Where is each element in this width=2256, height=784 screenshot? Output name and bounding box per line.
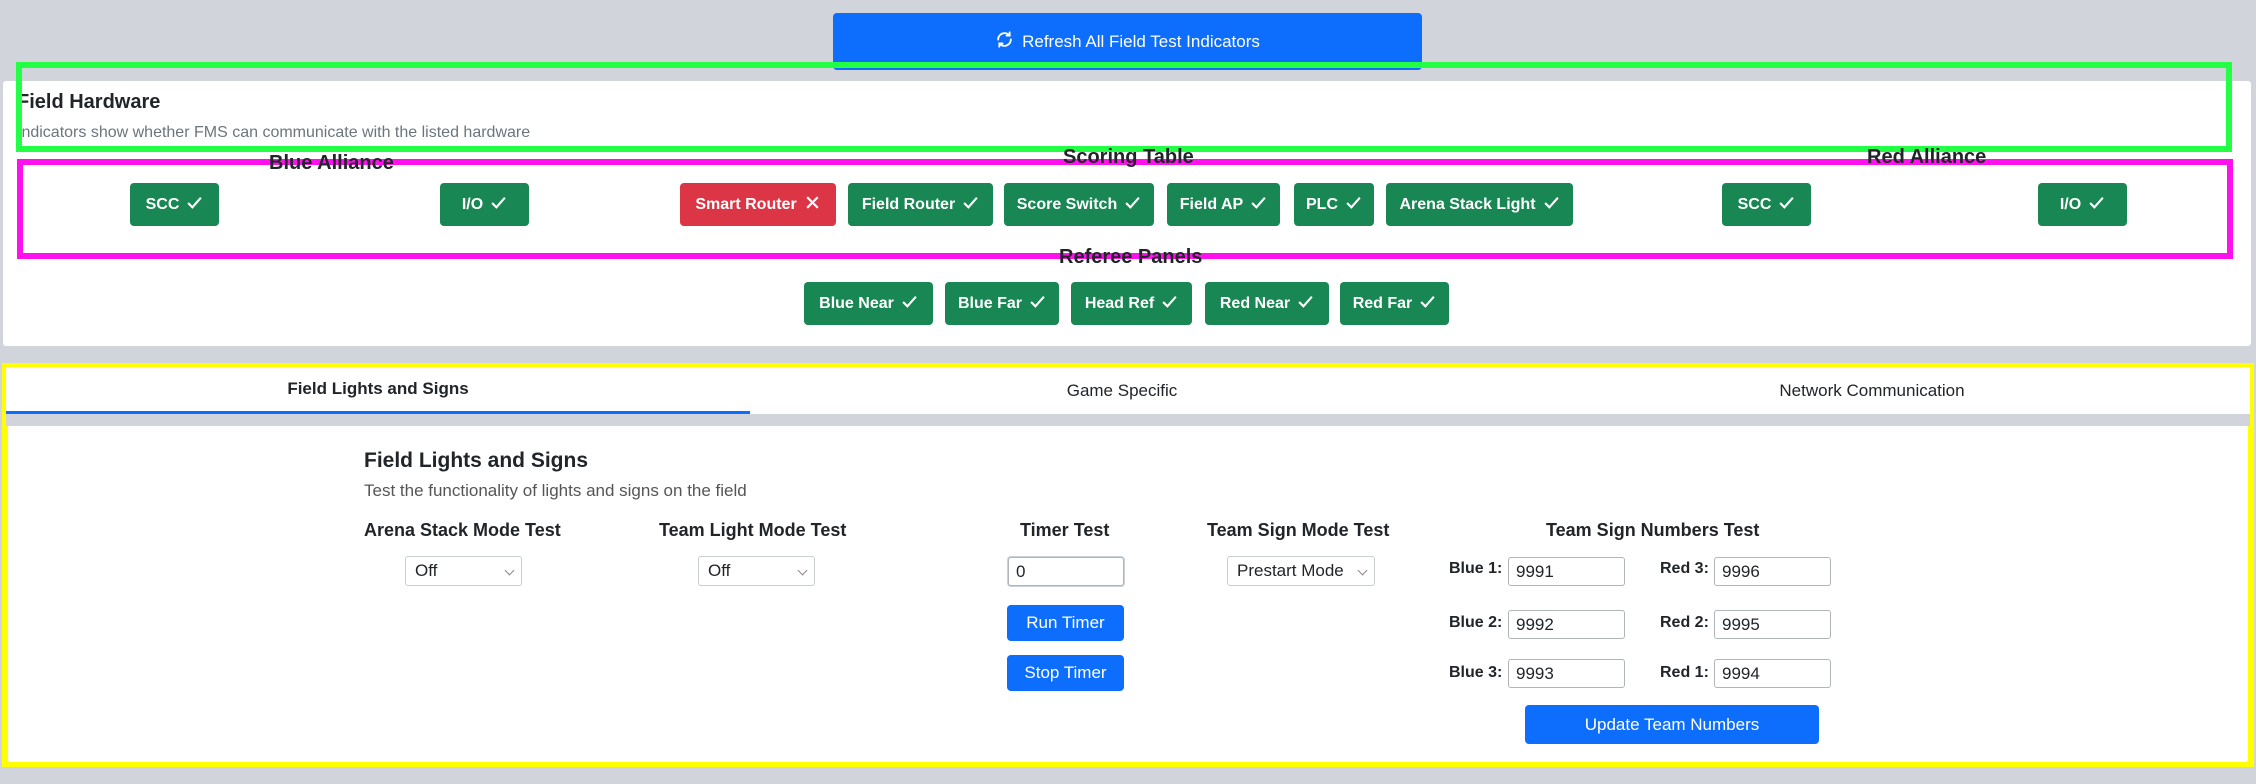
blue-io-status-badge: I/O bbox=[440, 183, 529, 226]
red-io-status-badge: I/O bbox=[2038, 183, 2127, 226]
smart-router-status-badge: Smart Router bbox=[680, 183, 836, 226]
blue-2-input[interactable] bbox=[1508, 610, 1625, 639]
field-test-tabs: Field Lights and Signs Game Specific Net… bbox=[6, 367, 2250, 414]
check-icon bbox=[1250, 194, 1267, 216]
blue-3-label: Blue 3: bbox=[1449, 664, 1503, 681]
timer-test-label: Timer Test bbox=[1020, 520, 1110, 540]
tab-game-specific[interactable]: Game Specific bbox=[750, 367, 1494, 414]
field-lights-panel bbox=[8, 426, 2248, 762]
check-icon bbox=[2088, 194, 2105, 216]
check-icon bbox=[1029, 293, 1046, 315]
check-icon bbox=[1345, 194, 1362, 216]
update-team-numbers-button[interactable]: Update Team Numbers bbox=[1525, 705, 1819, 744]
check-icon bbox=[1297, 293, 1314, 315]
x-mark-icon bbox=[804, 194, 821, 216]
run-timer-button[interactable]: Run Timer bbox=[1007, 605, 1124, 641]
plc-status-badge: PLC bbox=[1294, 183, 1374, 226]
refresh-all-label: Refresh All Field Test Indicators bbox=[1022, 31, 1260, 51]
red-far-status-badge: Red Far bbox=[1340, 282, 1449, 325]
check-icon bbox=[1543, 194, 1560, 216]
refresh-icon bbox=[995, 30, 1014, 54]
check-icon bbox=[901, 293, 918, 315]
referee-panels-title: Referee Panels bbox=[1059, 246, 1203, 268]
check-icon bbox=[186, 194, 203, 216]
score-switch-status-badge: Score Switch bbox=[1004, 183, 1154, 226]
field-lights-title: Field Lights and Signs bbox=[364, 449, 589, 472]
team-sign-mode-select[interactable]: Prestart Mode bbox=[1227, 556, 1375, 586]
blue-1-input[interactable] bbox=[1508, 557, 1625, 586]
red-alliance-title: Red Alliance bbox=[1867, 146, 1987, 168]
tab-field-lights-and-signs[interactable]: Field Lights and Signs bbox=[6, 367, 750, 414]
blue-far-status-badge: Blue Far bbox=[945, 282, 1059, 325]
stop-timer-button[interactable]: Stop Timer bbox=[1007, 655, 1124, 691]
check-icon bbox=[962, 194, 979, 216]
chevron-down-icon bbox=[797, 565, 808, 576]
tab-divider bbox=[6, 414, 2250, 426]
timer-input[interactable] bbox=[1008, 557, 1124, 586]
check-icon bbox=[1124, 194, 1141, 216]
red-1-label: Red 1: bbox=[1660, 664, 1709, 681]
red-scc-status-badge: SCC bbox=[1722, 183, 1811, 226]
field-lights-subtitle: Test the functionality of lights and sig… bbox=[364, 481, 747, 500]
team-sign-mode-label: Team Sign Mode Test bbox=[1207, 520, 1390, 540]
red-2-label: Red 2: bbox=[1660, 614, 1709, 631]
red-3-label: Red 3: bbox=[1660, 560, 1709, 577]
check-icon bbox=[1419, 293, 1436, 315]
blue-alliance-title: Blue Alliance bbox=[269, 152, 394, 174]
team-light-mode-label: Team Light Mode Test bbox=[659, 520, 847, 540]
blue-2-label: Blue 2: bbox=[1449, 614, 1503, 631]
blue-scc-status-badge: SCC bbox=[130, 183, 219, 226]
team-sign-numbers-label: Team Sign Numbers Test bbox=[1546, 520, 1760, 540]
check-icon bbox=[1778, 194, 1795, 216]
tab-network-communication[interactable]: Network Communication bbox=[1494, 367, 2250, 414]
head-ref-status-badge: Head Ref bbox=[1071, 282, 1192, 325]
chevron-down-icon bbox=[1357, 565, 1368, 576]
check-icon bbox=[490, 194, 507, 216]
arena-stack-light-status-badge: Arena Stack Light bbox=[1386, 183, 1573, 226]
chevron-down-icon bbox=[504, 565, 515, 576]
scoring-table-title: Scoring Table bbox=[1063, 146, 1194, 168]
red-1-input[interactable] bbox=[1714, 659, 1831, 688]
field-ap-status-badge: Field AP bbox=[1167, 183, 1280, 226]
red-near-status-badge: Red Near bbox=[1205, 282, 1329, 325]
blue-1-label: Blue 1: bbox=[1449, 560, 1503, 577]
red-3-input[interactable] bbox=[1714, 557, 1831, 586]
blue-3-input[interactable] bbox=[1508, 659, 1625, 688]
team-light-mode-select[interactable]: Off bbox=[698, 556, 815, 586]
arena-stack-mode-label: Arena Stack Mode Test bbox=[364, 520, 561, 540]
arena-stack-mode-select[interactable]: Off bbox=[405, 556, 522, 586]
red-2-input[interactable] bbox=[1714, 610, 1831, 639]
check-icon bbox=[1161, 293, 1178, 315]
field-router-status-badge: Field Router bbox=[848, 183, 993, 226]
hardware-status-outline bbox=[16, 62, 2232, 152]
blue-near-status-badge: Blue Near bbox=[804, 282, 933, 325]
